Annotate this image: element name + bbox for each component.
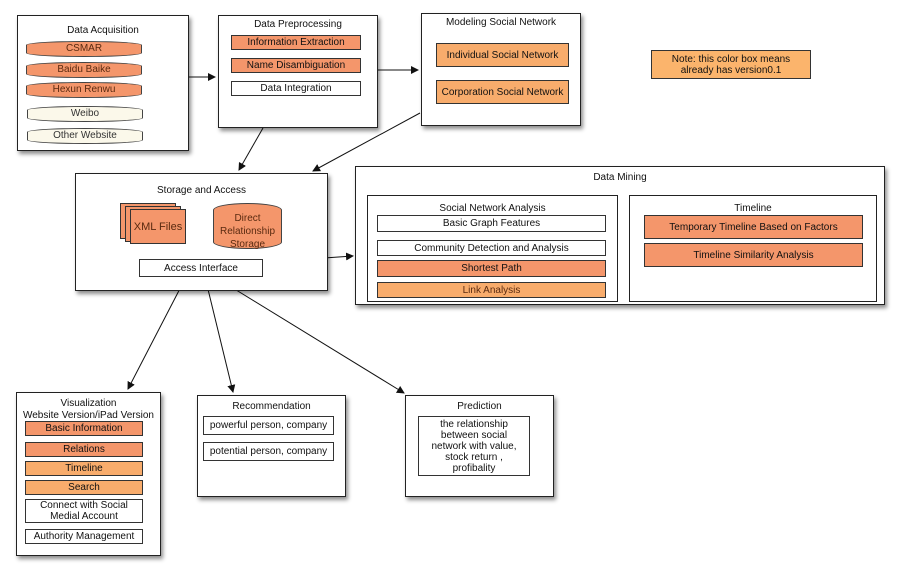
access-interface: Access Interface (139, 259, 263, 277)
legend-note: Note: this color box means already has v… (651, 50, 811, 79)
shortest-path: Shortest Path (377, 260, 606, 277)
xml-files-icon: XML Files (120, 203, 186, 244)
authority-management: Authority Management (25, 529, 143, 544)
timeline-similarity: Timeline Similarity Analysis (644, 243, 863, 267)
data-acquisition-title: Data Acquisition (67, 25, 139, 36)
name-disambiguation: Name Disambiguation (231, 58, 361, 73)
direct-relationship-storage: Direct Relationship Storage (213, 203, 282, 250)
search: Search (25, 480, 143, 495)
source-weibo: Weibo (27, 106, 143, 122)
sna-title: Social Network Analysis (439, 203, 546, 214)
timeline-box: Timeline Temporary Timeline Based on Fac… (629, 195, 877, 302)
timeline-view: Timeline (25, 461, 143, 476)
social-network-analysis-box: Social Network Analysis Basic Graph Feat… (367, 195, 618, 302)
recommendation-title: Recommendation (232, 401, 311, 412)
source-hexun-renwu: Hexun Renwu (26, 82, 142, 98)
xml-files-label: XML Files (130, 209, 186, 244)
arrow-interface-recommendation (204, 276, 236, 393)
visualization-box: Visualization Website Version/iPad Versi… (16, 392, 161, 556)
link-analysis: Link Analysis (377, 282, 606, 298)
db-label: Direct Relationship Storage (219, 213, 276, 250)
visualization-subtitle: Website Version/iPad Version (22, 410, 154, 421)
modeling-social-network-box: Modeling Social Network Individual Socia… (421, 13, 581, 126)
data-preprocessing-title: Data Preprocessing (254, 19, 342, 30)
information-extraction: Information Extraction (231, 35, 361, 50)
data-preprocessing-box: Data Preprocessing Information Extractio… (218, 15, 378, 128)
data-mining-title: Data Mining (593, 172, 647, 183)
prediction-description: the relationship between social network … (418, 416, 530, 476)
relations: Relations (25, 442, 143, 457)
temporary-timeline: Temporary Timeline Based on Factors (644, 215, 863, 239)
recommendation-box: Recommendation powerful person, company … (197, 395, 346, 497)
source-csmar: CSMAR (26, 41, 142, 57)
connect-social-account: Connect with Social Medial Account (25, 499, 143, 523)
source-other-website: Other Website (27, 128, 143, 144)
arrow-interface-visualization (127, 276, 187, 390)
individual-social-network: Individual Social Network (436, 43, 569, 67)
corporation-social-network: Corporation Social Network (436, 80, 569, 104)
data-integration: Data Integration (231, 81, 361, 96)
timeline-title: Timeline (734, 203, 772, 214)
powerful-person-company: powerful person, company (203, 416, 334, 435)
potential-person-company: potential person, company (203, 442, 334, 461)
source-baidu-baike: Baidu Baike (26, 62, 142, 78)
community-detection: Community Detection and Analysis (377, 240, 606, 256)
modeling-title: Modeling Social Network (445, 17, 557, 28)
visualization-title: Visualization (60, 398, 117, 409)
arrow-preprocessing-storage (238, 127, 264, 171)
prediction-title: Prediction (457, 401, 502, 412)
storage-title: Storage and Access (157, 185, 246, 196)
basic-information: Basic Information (25, 421, 143, 436)
prediction-box: Prediction the relationship between soci… (405, 395, 554, 497)
basic-graph-features: Basic Graph Features (377, 215, 606, 232)
data-mining-box: Data Mining Social Network Analysis Basi… (355, 166, 885, 305)
